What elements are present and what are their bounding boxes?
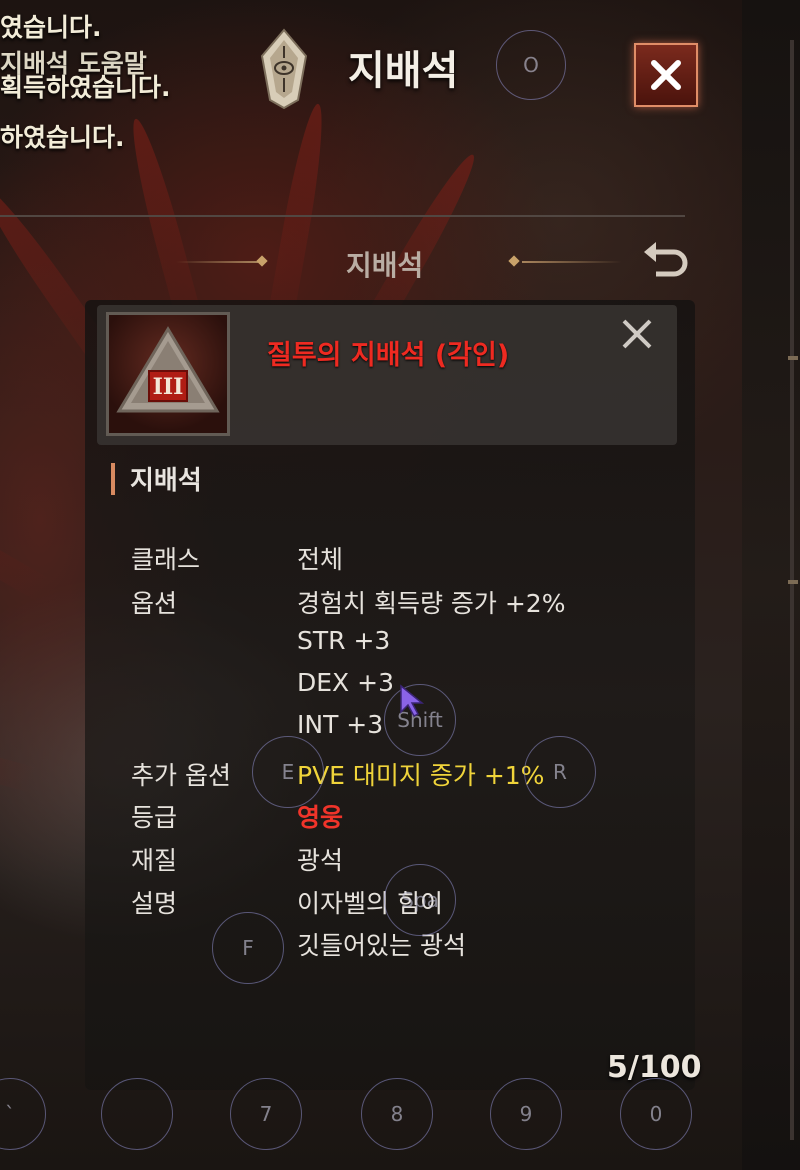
window-title: 지배석 bbox=[348, 48, 459, 94]
virtual-key-7[interactable]: 7 bbox=[230, 1078, 302, 1150]
option-value: INT +3 bbox=[297, 710, 384, 739]
virtual-key-0[interactable]: 0 bbox=[620, 1078, 692, 1150]
side-panel-edge bbox=[742, 0, 800, 1170]
option-value: STR +3 bbox=[297, 626, 391, 655]
mouse-cursor-icon bbox=[398, 684, 428, 718]
system-notice: 였습니다. bbox=[0, 13, 102, 42]
triangle-rune-stone-icon: III bbox=[106, 312, 230, 436]
item-category: 지배석 bbox=[130, 466, 202, 496]
item-name: 질투의 지배석 (각인) bbox=[267, 340, 510, 371]
section-accent-bar bbox=[111, 463, 115, 495]
system-notice: 획득하였습니다. bbox=[0, 73, 171, 102]
extra-option-value: PVE 대미지 증가 +1% bbox=[297, 761, 545, 790]
ornament-line bbox=[176, 261, 258, 263]
virtual-key-8[interactable]: 8 bbox=[361, 1078, 433, 1150]
ornament-line bbox=[522, 261, 622, 263]
item-close-button[interactable] bbox=[620, 317, 654, 351]
material-label: 재질 bbox=[131, 846, 178, 875]
material-value: 광석 bbox=[297, 846, 344, 875]
class-value: 전체 bbox=[297, 545, 344, 574]
side-panel-notch bbox=[788, 356, 798, 360]
item-numeral: III bbox=[153, 374, 184, 400]
system-notice: 하였습니다. bbox=[0, 123, 125, 152]
class-label: 클래스 bbox=[131, 545, 201, 574]
virtual-key-slot[interactable] bbox=[101, 1078, 173, 1150]
option-value: DEX +3 bbox=[297, 668, 394, 697]
virtual-key-9[interactable]: 9 bbox=[490, 1078, 562, 1150]
virtual-key-e[interactable]: E bbox=[252, 736, 324, 808]
window-close-button[interactable] bbox=[634, 43, 698, 107]
option-label: 옵션 bbox=[131, 589, 178, 618]
header-divider bbox=[0, 215, 685, 217]
virtual-key-f[interactable]: F bbox=[212, 912, 284, 984]
extra-option-label: 추가 옵션 bbox=[131, 761, 231, 790]
close-icon bbox=[651, 60, 681, 90]
virtual-key-o[interactable]: O bbox=[496, 30, 566, 100]
close-icon bbox=[622, 319, 652, 349]
rune-stone-emblem-icon bbox=[258, 28, 310, 110]
option-value: 경험치 획득량 증가 +2% bbox=[297, 589, 566, 618]
section-header-title: 지배석 bbox=[346, 249, 424, 282]
virtual-key-r[interactable]: R bbox=[524, 736, 596, 808]
grade-label: 등급 bbox=[131, 803, 178, 832]
side-panel-notch bbox=[788, 580, 798, 584]
virtual-key-space[interactable]: Spa bbox=[384, 864, 456, 936]
back-arrow-icon[interactable] bbox=[640, 238, 690, 282]
description-label: 설명 bbox=[131, 889, 178, 918]
side-panel-divider bbox=[790, 40, 794, 1140]
description-line: 깃들어있는 광석 bbox=[297, 931, 466, 960]
